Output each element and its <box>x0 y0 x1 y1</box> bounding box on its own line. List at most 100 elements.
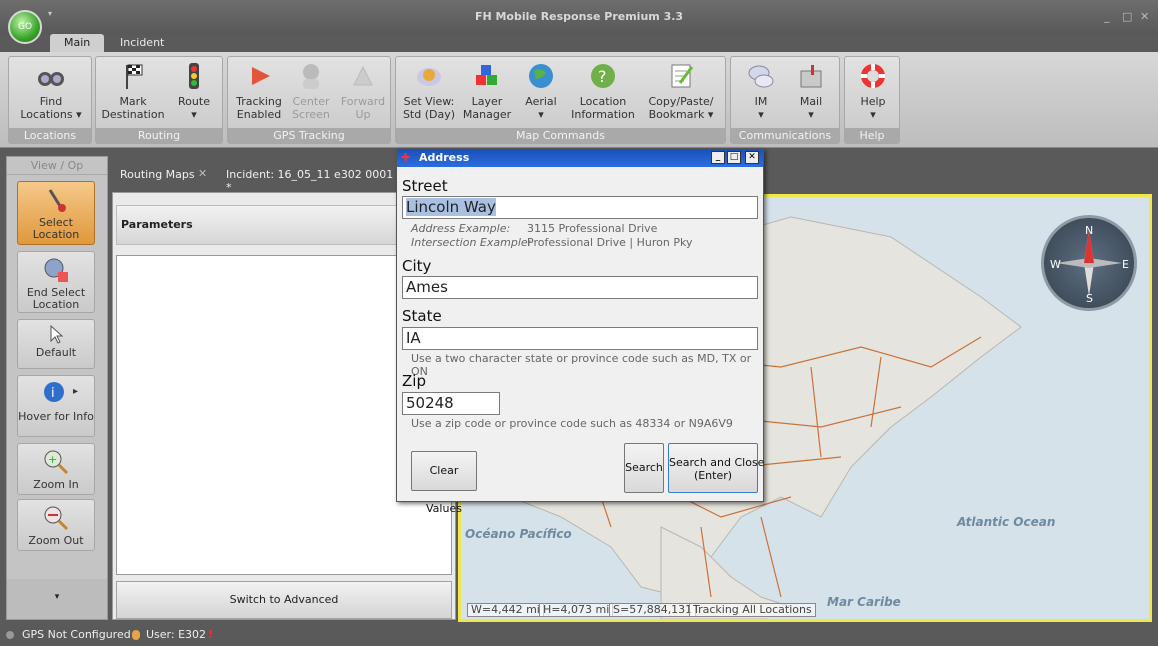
dialog-close-button[interactable]: ✕ <box>745 151 759 164</box>
hover-for-info-label: Hover for Info <box>18 410 94 423</box>
intersection-example-label: Intersection Example: <box>411 236 531 249</box>
group-gps-tracking: Tracking Enabled Center Screen Forward U… <box>227 56 391 144</box>
tab-routing-maps[interactable]: Routing Maps <box>120 168 195 181</box>
view-op-header: View / Op <box>7 157 107 175</box>
default-button[interactable]: Default <box>17 319 95 369</box>
map-label-atlantic: Atlantic Ocean <box>957 515 1056 529</box>
copy-paste-bookmark-label: Copy/Paste/ Bookmark ▾ <box>648 95 714 121</box>
set-view-button[interactable]: Set View: Std (Day) <box>400 61 458 121</box>
app-title: FH Mobile Response Premium 3.3 <box>474 10 684 23</box>
group-communications: IM ▾ Mail ▾ Communications <box>730 56 840 144</box>
quick-access-toolbar-dropdown[interactable]: ▾ <box>48 9 52 18</box>
map-label-caribbean: Mar Caribe <box>827 595 901 609</box>
clear-values-button[interactable]: Clear Values <box>411 451 477 515</box>
maximize-button[interactable]: □ <box>1122 10 1132 23</box>
status-bar: GPS Not Configured User: E302 ! <box>0 624 1158 646</box>
tracking-enabled-button[interactable]: Tracking Enabled <box>232 61 286 121</box>
tab-close-icon[interactable]: ✕ <box>198 167 207 180</box>
location-information-button[interactable]: ? Location Information <box>568 61 638 121</box>
center-screen-button[interactable]: Center Screen <box>286 61 336 121</box>
document-tabs: Routing Maps ✕ Incident: 16_05_11 e302 0… <box>112 156 398 194</box>
intersection-example: Professional Drive | Huron Pky <box>527 236 693 249</box>
set-view-label: Set View: Std (Day) <box>402 95 456 121</box>
default-label: Default <box>35 346 77 359</box>
find-locations-button[interactable]: Find Locations ▾ <box>15 61 87 121</box>
panel-more-button[interactable]: ▾ <box>7 579 107 619</box>
group-label-gps-tracking: GPS Tracking <box>228 128 390 143</box>
mail-button[interactable]: Mail ▾ <box>787 61 835 121</box>
svg-text:i: i <box>51 386 55 401</box>
im-button[interactable]: IM ▾ <box>737 61 785 121</box>
svg-text:+: + <box>48 453 57 466</box>
cubes-icon <box>472 61 502 91</box>
dialog-title-bar[interactable]: ✚ Address _ □ ✕ <box>397 149 763 167</box>
dialog-title: Address <box>419 151 470 164</box>
binoculars-icon <box>36 61 66 91</box>
compass-icon[interactable]: N E S W <box>1041 215 1137 311</box>
location-information-label: Location Information <box>571 95 635 121</box>
play-arrow-icon <box>244 61 274 91</box>
group-routing: Mark Destination Route ▾ Routing <box>95 56 223 144</box>
route-button[interactable]: Route ▾ <box>170 61 218 121</box>
city-label: City <box>402 257 432 275</box>
tab-incident[interactable]: Incident <box>106 34 178 52</box>
im-label: IM ▾ <box>754 95 768 121</box>
tracking-status: Tracking All Locations <box>689 603 816 617</box>
compass-s: S <box>1086 292 1093 305</box>
street-field[interactable]: Lincoln Way <box>402 196 758 219</box>
globe-question-icon: ? <box>588 61 618 91</box>
mailbox-icon <box>796 61 826 91</box>
scale-s: S=57,884,131 <box>609 603 697 617</box>
map-label-pacific: Océano Pacífico <box>465 527 572 541</box>
select-location-button[interactable]: Select Location <box>17 181 95 245</box>
mark-destination-button[interactable]: Mark Destination <box>100 61 166 121</box>
person-icon <box>296 61 326 91</box>
chat-bubbles-icon <box>746 61 776 91</box>
aerial-button[interactable]: Aerial ▾ <box>516 61 566 121</box>
help-button[interactable]: Help ▾ <box>849 61 897 121</box>
city-field[interactable]: Ames <box>402 276 758 299</box>
application-orb-button[interactable]: GO <box>8 10 42 44</box>
switch-to-advanced-button[interactable]: Switch to Advanced <box>116 581 452 619</box>
layer-manager-button[interactable]: Layer Manager <box>460 61 514 121</box>
dialog-maximize-button[interactable]: □ <box>727 151 741 164</box>
hover-dropdown-arrow[interactable]: ▸ <box>73 386 78 398</box>
zip-label: Zip <box>402 372 426 390</box>
state-label: State <box>402 307 442 325</box>
gps-status: GPS Not Configured <box>22 628 131 641</box>
dialog-minimize-button[interactable]: _ <box>711 151 725 164</box>
ribbon-tab-row: Main Incident <box>0 34 1158 52</box>
forward-up-button[interactable]: Forward Up <box>336 61 390 121</box>
zoom-out-button[interactable]: Zoom Out <box>17 499 95 551</box>
gps-status-icon <box>6 631 14 639</box>
traffic-light-icon <box>179 61 209 91</box>
compass-w: W <box>1050 258 1061 271</box>
aerial-label: Aerial ▾ <box>525 95 557 121</box>
address-example: 3115 Professional Drive <box>527 222 658 235</box>
end-select-location-button[interactable]: End Select Location <box>17 251 95 313</box>
zoom-in-button[interactable]: + Zoom In <box>17 443 95 495</box>
close-button[interactable]: ✕ <box>1140 10 1149 23</box>
pushpin-select-icon <box>42 186 70 214</box>
tab-main[interactable]: Main <box>50 34 105 52</box>
address-app-icon: ✚ <box>401 151 411 164</box>
group-label-help: Help <box>845 128 899 143</box>
search-and-close-button[interactable]: Search and Close (Enter) <box>668 443 764 493</box>
search-button[interactable]: Search <box>624 443 664 493</box>
minimize-button[interactable]: _ <box>1104 10 1110 23</box>
layer-manager-label: Layer Manager <box>462 95 512 121</box>
group-locations: Find Locations ▾ Locations <box>8 56 92 144</box>
tab-incident-map[interactable]: Incident: 16_05_11 e302 0001 * <box>226 168 398 194</box>
triangle-icon <box>348 61 378 91</box>
zip-field[interactable]: 50248 <box>402 392 500 415</box>
ribbon: Find Locations ▾ Locations Mark Destinat… <box>0 52 1158 148</box>
copy-paste-bookmark-button[interactable]: Copy/Paste/ Bookmark ▾ <box>642 61 720 121</box>
tracking-enabled-label: Tracking Enabled <box>236 95 282 121</box>
route-label: Route ▾ <box>178 95 210 121</box>
hover-for-info-button[interactable]: i Hover for Info ▸ <box>17 375 95 437</box>
zoom-in-label: Zoom In <box>33 478 79 491</box>
state-field[interactable]: IA <box>402 327 758 350</box>
zip-hint: Use a zip code or province code such as … <box>411 417 733 430</box>
scale-height: H=4,073 mi <box>539 603 614 617</box>
street-value: Lincoln Way <box>406 198 496 216</box>
